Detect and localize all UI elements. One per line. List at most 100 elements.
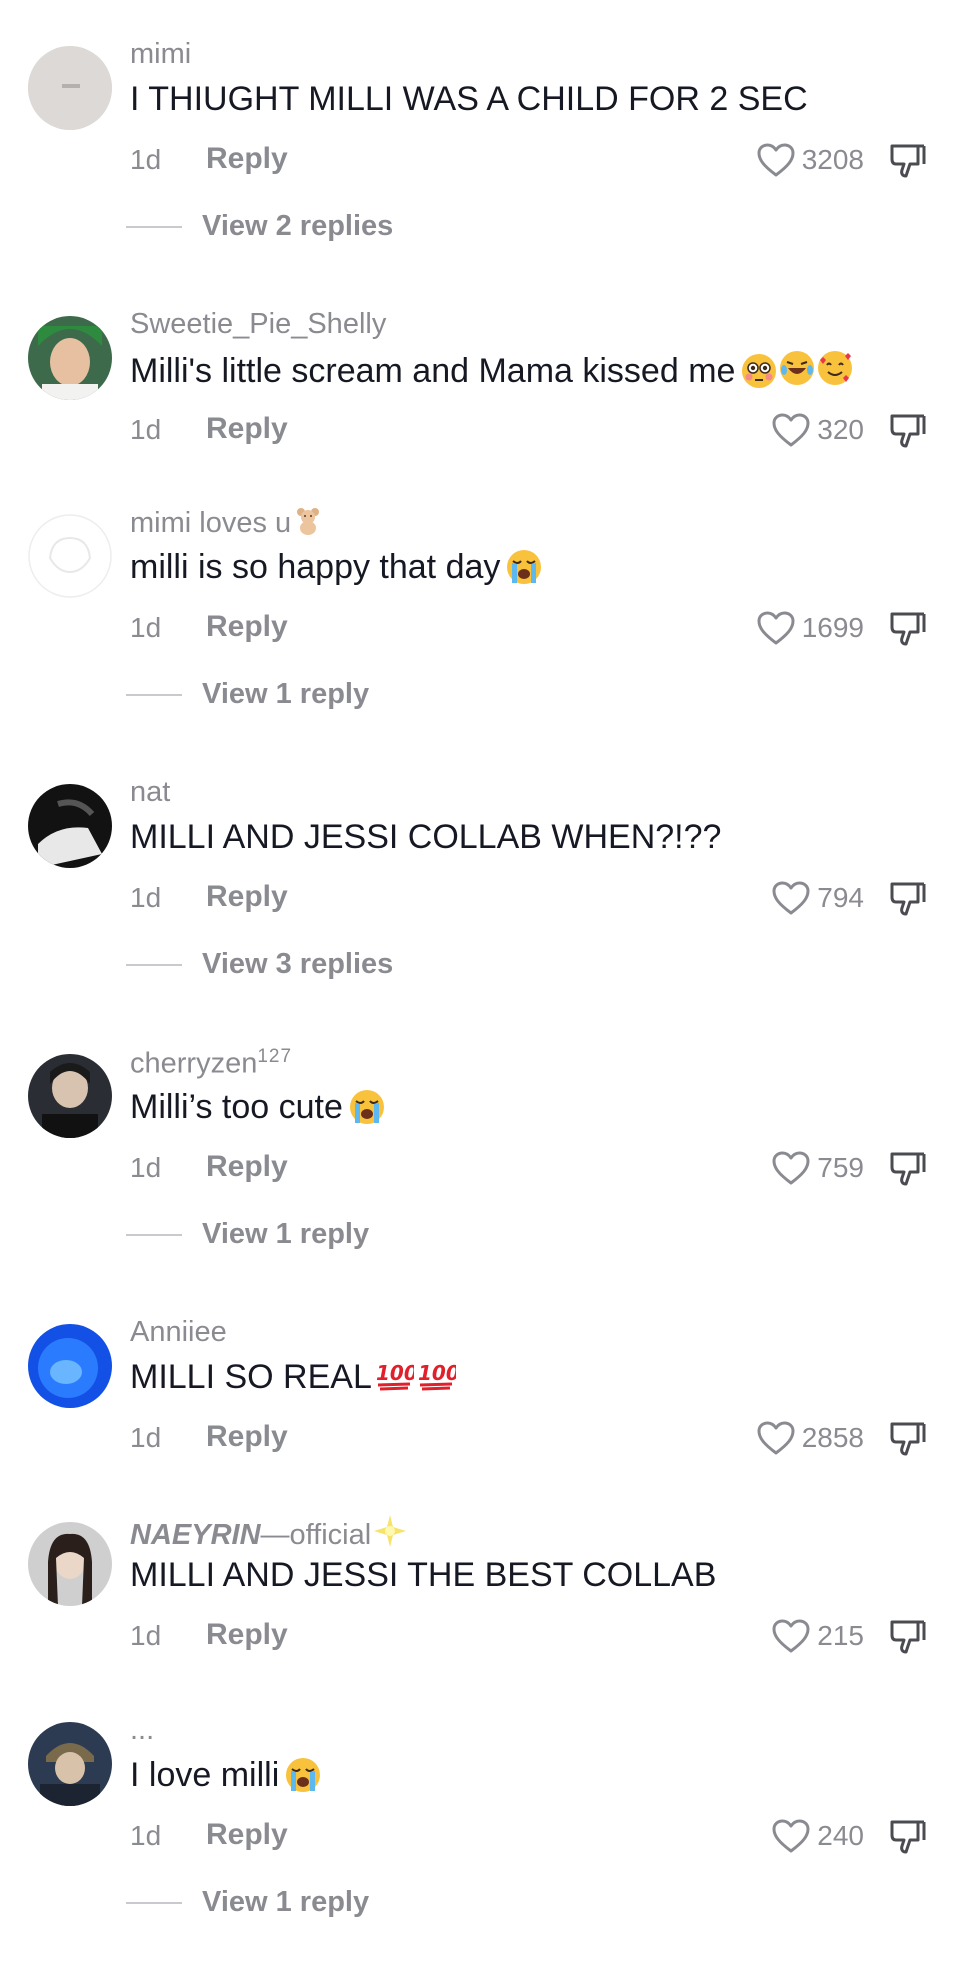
comment-text: Milli's little scream and Mama kissed me — [130, 350, 853, 398]
reply-button[interactable]: Reply — [206, 142, 288, 176]
avatar[interactable] — [28, 784, 112, 868]
like-button[interactable]: 3208 — [756, 140, 864, 180]
reply-button[interactable]: Reply — [206, 880, 288, 914]
thumbs-down-icon — [890, 612, 926, 646]
username[interactable]: ... — [130, 1714, 154, 1747]
heart-outline-icon — [772, 413, 810, 447]
comment-text: MILLI AND JESSI THE BEST COLLAB — [130, 1556, 717, 1594]
divider — [126, 1901, 182, 1904]
comment-date: 1d — [130, 882, 162, 913]
view-replies-label: View 1 reply — [202, 678, 370, 710]
username[interactable]: NAEYRIN—official — [130, 1514, 407, 1556]
avatar[interactable] — [28, 1522, 112, 1606]
heart-outline-icon — [772, 1819, 810, 1853]
loudly-crying-face-icon — [349, 1089, 385, 1134]
flushed-face-icon — [741, 353, 777, 398]
heart-outline-icon — [757, 611, 795, 645]
like-button[interactable]: 240 — [771, 1816, 864, 1856]
svg-text:100: 100 — [418, 1361, 456, 1385]
view-replies-label: View 3 replies — [202, 948, 394, 980]
view-replies-button[interactable]: View 2 replies — [126, 210, 393, 243]
view-replies-button[interactable]: View 3 replies — [126, 948, 393, 981]
loudly-crying-face-icon — [285, 1757, 321, 1802]
username[interactable]: Sweetie_Pie_Shelly — [130, 308, 386, 341]
comment-date: 1d — [130, 1820, 162, 1851]
reply-button[interactable]: Reply — [206, 610, 288, 644]
dislike-button[interactable] — [888, 410, 928, 450]
comment-text: I love milli — [130, 1756, 321, 1802]
thumbs-down-icon — [890, 1620, 926, 1654]
comment-date: 1d — [130, 1422, 162, 1453]
like-button[interactable]: 1699 — [756, 608, 864, 648]
like-count: 759 — [817, 1152, 864, 1183]
avatar[interactable] — [28, 514, 112, 598]
thumbs-down-icon — [890, 1152, 926, 1186]
divider — [126, 693, 182, 696]
like-count: 320 — [817, 414, 864, 445]
comment-date: 1d — [130, 1152, 162, 1183]
reply-button[interactable]: Reply — [206, 1818, 288, 1852]
username[interactable]: cherryzen127 — [130, 1046, 292, 1081]
like-count: 240 — [817, 1820, 864, 1851]
like-button[interactable]: 759 — [771, 1148, 864, 1188]
reply-button[interactable]: Reply — [206, 412, 288, 446]
thumbs-down-icon — [890, 1422, 926, 1456]
dislike-button[interactable] — [888, 1148, 928, 1188]
username[interactable]: mimi loves u — [130, 506, 323, 544]
view-replies-label: View 2 replies — [202, 210, 394, 242]
avatar[interactable] — [28, 316, 112, 400]
comment-date: 1d — [130, 144, 162, 175]
thumbs-down-icon — [890, 1820, 926, 1854]
dislike-button[interactable] — [888, 878, 928, 918]
username[interactable]: mimi — [130, 38, 191, 71]
rofl-face-icon — [779, 350, 815, 395]
reply-button[interactable]: Reply — [206, 1150, 288, 1184]
comment-date: 1d — [130, 1620, 162, 1651]
username[interactable]: nat — [130, 776, 170, 809]
dislike-button[interactable] — [888, 1816, 928, 1856]
heart-outline-icon — [757, 143, 795, 177]
view-replies-button[interactable]: View 1 reply — [126, 678, 369, 711]
avatar[interactable] — [28, 1324, 112, 1408]
like-count: 2858 — [801, 1422, 864, 1453]
username[interactable]: Anniiee — [130, 1316, 227, 1349]
dislike-button[interactable] — [888, 608, 928, 648]
view-replies-label: View 1 reply — [202, 1218, 370, 1250]
dislike-button[interactable] — [888, 1418, 928, 1458]
dislike-button[interactable] — [888, 140, 928, 180]
svg-text:100: 100 — [376, 1361, 414, 1385]
dislike-button[interactable] — [888, 1616, 928, 1656]
avatar[interactable] — [28, 1722, 112, 1806]
divider — [126, 225, 182, 228]
heart-outline-icon — [772, 1619, 810, 1653]
comment-date: 1d — [130, 414, 162, 445]
view-replies-button[interactable]: View 1 reply — [126, 1218, 369, 1251]
reply-button[interactable]: Reply — [206, 1618, 288, 1652]
hundred-points-icon: 100 — [374, 1358, 418, 1401]
sparkle-star-icon — [373, 1514, 407, 1556]
view-replies-button[interactable]: View 1 reply — [126, 1886, 369, 1919]
avatar[interactable] — [28, 46, 112, 130]
comment-text: MILLI AND JESSI COLLAB WHEN?!?? — [130, 818, 722, 856]
like-count: 215 — [817, 1620, 864, 1651]
like-button[interactable]: 320 — [771, 410, 864, 450]
smiling-face-with-hearts-icon — [817, 350, 853, 395]
hundred-points-icon: 100 — [416, 1358, 460, 1401]
like-count: 3208 — [801, 144, 864, 175]
thumbs-down-icon — [890, 144, 926, 178]
like-button[interactable]: 215 — [771, 1616, 864, 1656]
like-count: 794 — [817, 882, 864, 913]
view-replies-label: View 1 reply — [202, 1886, 370, 1918]
comment-text: Milli’s too cute — [130, 1088, 385, 1134]
avatar[interactable] — [28, 1054, 112, 1138]
heart-outline-icon — [757, 1421, 795, 1455]
heart-outline-icon — [772, 1151, 810, 1185]
comment-date: 1d — [130, 612, 162, 643]
thumbs-down-icon — [890, 882, 926, 916]
heart-outline-icon — [772, 881, 810, 915]
like-button[interactable]: 2858 — [756, 1418, 864, 1458]
loudly-crying-face-icon — [506, 549, 542, 594]
like-button[interactable]: 794 — [771, 878, 864, 918]
divider — [126, 1233, 182, 1236]
reply-button[interactable]: Reply — [206, 1420, 288, 1454]
